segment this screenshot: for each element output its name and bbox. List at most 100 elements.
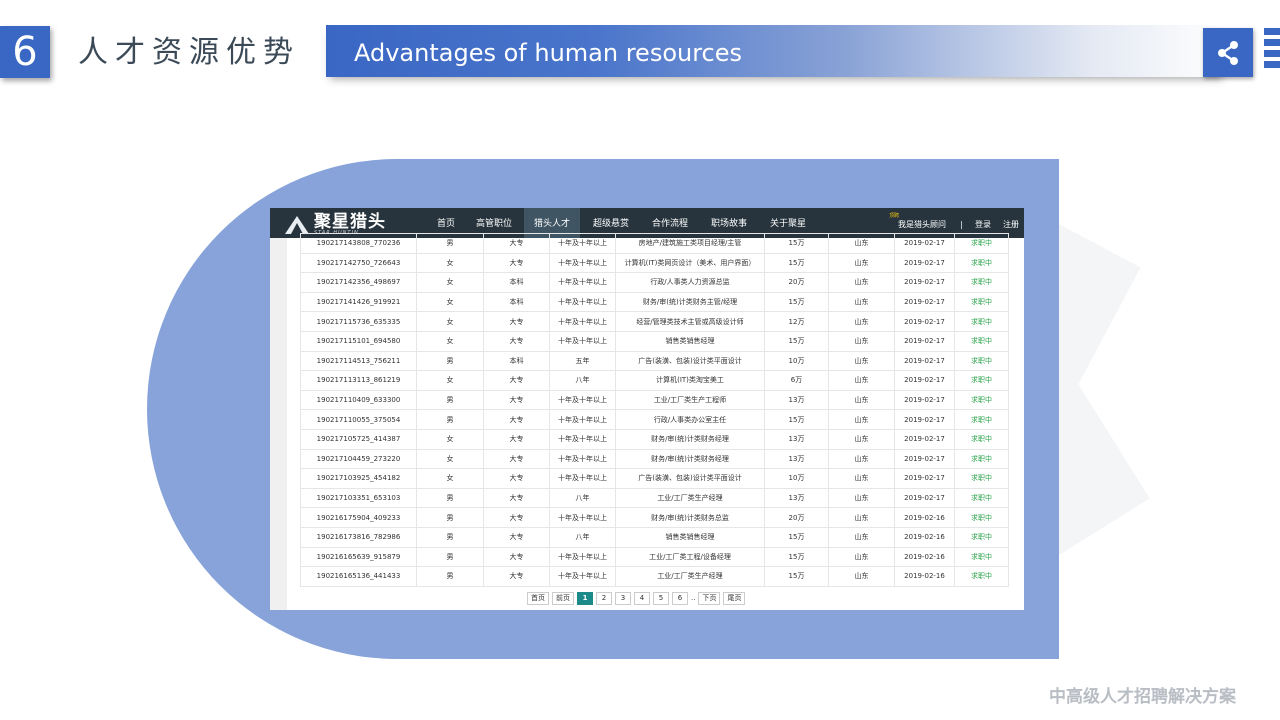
cell-date: 2019-02-17 — [894, 448, 955, 470]
pager-page[interactable]: 4 — [634, 592, 650, 605]
table-row[interactable]: 190217141426_919921 女本科 十年及十年以上 财务/审(统)计类财务… — [300, 291, 1009, 313]
cell-date: 2019-02-17 — [894, 350, 955, 372]
cell-experience: 十年及十年以上 — [549, 428, 616, 450]
cell-location: 山东 — [828, 566, 895, 587]
cell-experience: 八年 — [549, 370, 616, 391]
cell-gender: 男 — [416, 507, 484, 528]
cell-education: 大专 — [483, 370, 550, 391]
cell-gender: 女 — [416, 272, 484, 293]
cell-education: 大专 — [483, 448, 550, 470]
pager-page[interactable]: 3 — [615, 592, 631, 605]
cell-experience: 八年 — [549, 526, 616, 548]
cell-status: 求职中 — [954, 546, 1009, 568]
cell-education: 大专 — [483, 409, 550, 430]
cell-location: 山东 — [828, 272, 895, 293]
cell-location: 山东 — [828, 487, 895, 509]
cell-gender: 女 — [416, 448, 484, 470]
cell-experience: 十年及十年以上 — [549, 409, 616, 430]
table-row[interactable]: 190217104459_273220 女大专 十年及十年以上 财务/审(统)计类财务… — [300, 448, 1009, 470]
table-row[interactable]: 190216165639_915879 男大专 十年及十年以上 工业/工厂类工程/设备… — [300, 546, 1009, 568]
cell-date: 2019-02-17 — [894, 370, 955, 391]
cell-position: 工业/工厂类生产经理 — [615, 487, 765, 509]
cell-date: 2019-02-17 — [894, 311, 955, 332]
cell-location: 山东 — [828, 350, 895, 372]
cell-date: 2019-02-17 — [894, 330, 955, 352]
table-row[interactable]: 190217114513_756211 男本科 五年 广告(装潢、包装)设计类平面设计… — [300, 350, 1009, 372]
cell-resume-id: 190217143808_770236 — [300, 233, 417, 254]
cell-position: 行政/人事类人力资源总监 — [615, 272, 765, 293]
cell-education: 大专 — [483, 566, 550, 587]
pager-page[interactable]: 1 — [577, 592, 593, 605]
cell-salary: 13万 — [764, 448, 829, 470]
pager-page[interactable]: 6 — [672, 592, 688, 605]
cell-date: 2019-02-17 — [894, 468, 955, 489]
cell-resume-id: 190217115101_694580 — [300, 330, 417, 352]
cell-position: 广告(装潢、包装)设计类平面设计 — [615, 350, 765, 372]
pager-ellipsis: .. — [691, 594, 696, 602]
table-row[interactable]: 190217110055_375054 男大专 十年及十年以上 行政/人事类办公室主任… — [300, 409, 1009, 430]
cell-resume-id: 190217114513_756211 — [300, 350, 417, 372]
cell-position: 财务/审(统)计类财务主管/经理 — [615, 291, 765, 313]
table-row[interactable]: 190217103925_454182 女大专 十年及十年以上 广告(装潢、包装)设计… — [300, 468, 1009, 489]
cell-salary: 15万 — [764, 526, 829, 548]
cell-education: 大专 — [483, 330, 550, 352]
cell-gender: 女 — [416, 252, 484, 274]
cell-position: 计算机(IT)类网页设计（美术、用户界面） — [615, 252, 765, 274]
cell-experience: 十年及十年以上 — [549, 566, 616, 587]
cell-date: 2019-02-17 — [894, 409, 955, 430]
cell-experience: 十年及十年以上 — [549, 252, 616, 274]
cell-education: 本科 — [483, 272, 550, 293]
cell-position: 行政/人事类办公室主任 — [615, 409, 765, 430]
cell-status: 求职中 — [954, 566, 1009, 587]
cell-salary: 13万 — [764, 428, 829, 450]
cell-status: 求职中 — [954, 468, 1009, 489]
table-row[interactable]: 190217143808_770236 男大专 十年及十年以上 房地产/建筑施工类项目… — [300, 233, 1009, 254]
cell-location: 山东 — [828, 468, 895, 489]
cell-location: 山东 — [828, 311, 895, 332]
pager-prev[interactable]: 前页 — [552, 592, 574, 605]
cell-position: 销售类销售经理 — [615, 330, 765, 352]
cell-location: 山东 — [828, 370, 895, 391]
cell-salary: 15万 — [764, 566, 829, 587]
pager-next[interactable]: 下页 — [698, 592, 721, 605]
cell-status: 求职中 — [954, 370, 1009, 391]
pager-page[interactable]: 5 — [653, 592, 669, 605]
table-row[interactable]: 190217105725_414387 女大专 十年及十年以上 财务/审(统)计类财务… — [300, 428, 1009, 450]
pager-page[interactable]: 2 — [596, 592, 612, 605]
cell-gender: 男 — [416, 409, 484, 430]
table-row[interactable]: 190217110409_633300 男大专 十年及十年以上 工业/工厂类生产工程师… — [300, 389, 1009, 411]
cell-education: 大专 — [483, 311, 550, 332]
cell-education: 大专 — [483, 428, 550, 450]
table-row[interactable]: 190216165136_441433 男大专 十年及十年以上 工业/工厂类生产经理 1… — [300, 566, 1009, 587]
cell-location: 山东 — [828, 448, 895, 470]
pager-first[interactable]: 首页 — [527, 592, 549, 605]
table-row[interactable]: 190217103351_653103 男大专 八年 工业/工厂类生产经理 13万 山东 2… — [300, 487, 1009, 509]
table-row[interactable]: 190217142750_726643 女大专 十年及十年以上 计算机(IT)类网页设… — [300, 252, 1009, 274]
slide-footer: 中高级人才招聘解决方案 — [1049, 687, 1236, 707]
cell-education: 大专 — [483, 468, 550, 489]
cell-education: 本科 — [483, 291, 550, 313]
table-row[interactable]: 190217115101_694580 女大专 十年及十年以上 销售类销售经理 15万山… — [300, 330, 1009, 352]
website-screenshot: 聚星猎头 STAR HUNTIN 首页 高管职位 猎头人才 超级悬赏 顶聘 合作… — [270, 208, 1024, 610]
cell-status: 求职中 — [954, 350, 1009, 372]
cell-resume-id: 190217113113_861219 — [300, 370, 417, 391]
table-row[interactable]: 190217142356_498697 女本科 十年及十年以上 行政/人事类人力资源总… — [300, 272, 1009, 293]
cell-status: 求职中 — [954, 252, 1009, 274]
cell-resume-id: 190217105725_414387 — [300, 428, 417, 450]
pager-last[interactable]: 尾页 — [723, 592, 746, 605]
cell-education: 大专 — [483, 546, 550, 568]
cell-location: 山东 — [828, 233, 895, 254]
table-row[interactable]: 190217115736_635335 女大专 十年及十年以上 经营/管理类技术主管或… — [300, 311, 1009, 332]
share-button[interactable] — [1203, 28, 1253, 77]
cell-gender: 男 — [416, 546, 484, 568]
cell-status: 求职中 — [954, 428, 1009, 450]
cell-status: 求职中 — [954, 330, 1009, 352]
cell-date: 2019-02-17 — [894, 389, 955, 411]
cell-experience: 十年及十年以上 — [549, 330, 616, 352]
table-row[interactable]: 190217113113_861219 女大专 八年 计算机(IT)类淘宝美工 6万 山东… — [300, 370, 1009, 391]
cell-status: 求职中 — [954, 507, 1009, 528]
cell-date: 2019-02-16 — [894, 546, 955, 568]
table-row[interactable]: 190216173816_782986 男大专 八年 销售类销售经理 15万 山东 2019… — [300, 526, 1009, 548]
table-row[interactable]: 190216175904_409233 男大专 十年及十年以上 财务/审(统)计类财务… — [300, 507, 1009, 528]
cell-salary: 20万 — [764, 272, 829, 293]
